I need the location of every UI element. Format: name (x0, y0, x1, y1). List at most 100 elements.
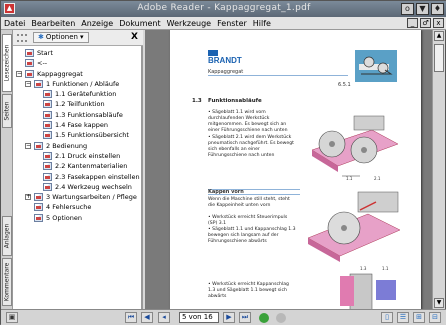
continuous-facing-icon[interactable]: ⊟ (429, 312, 441, 323)
menu-dokument[interactable]: Dokument (119, 19, 160, 28)
tab-anlagen[interactable]: Anlagen (2, 216, 12, 256)
fig1-label-2-1: 2.1 (374, 176, 381, 181)
scroll-down-button[interactable]: ▼ (434, 298, 444, 308)
go-back-icon[interactable] (259, 313, 269, 323)
bookmark-icon (43, 121, 52, 130)
bookmark-label: <-- (37, 59, 48, 68)
scroll-up-button[interactable]: ▲ (434, 31, 444, 41)
paragraph-6: • Werkstück erreicht Kappanschlag 1.3 un… (208, 282, 289, 299)
tab-seiten[interactable]: Seiten (2, 94, 12, 128)
tab-lesezeichen[interactable]: Lesezeichen (2, 34, 12, 92)
collapse-icon[interactable]: − (25, 142, 31, 149)
options-label: Optionen (45, 33, 78, 41)
bookmark-item[interactable]: Start (13, 48, 141, 58)
bookmark-icon (34, 79, 43, 88)
bookmark-item[interactable]: 5 Optionen (13, 213, 141, 223)
paragraph-3: Wenn die Maschine still steht, steht die… (208, 197, 290, 208)
bookmark-item[interactable]: +3 Wartungsarbeiten / Pflege (13, 192, 141, 202)
close-panel-button[interactable]: X (131, 32, 138, 42)
bookmark-label: 3 Wartungsarbeiten / Pflege (46, 193, 137, 202)
tab-anlagen-label: Anlagen (3, 223, 11, 249)
collapse-icon[interactable]: − (25, 80, 31, 87)
menu-datei[interactable]: Datei (4, 19, 25, 28)
section-number: 1.3 (192, 98, 202, 104)
tab-kommentare[interactable]: Kommentare (2, 258, 12, 306)
fig2-label-1-3: 1.3 (360, 266, 367, 271)
menu-fenster[interactable]: Fenster (217, 19, 247, 28)
facing-pages-icon[interactable]: ⊞ (413, 312, 425, 323)
figure-saw-bottom (340, 273, 396, 309)
bookmark-item[interactable]: − 2 Bedienung (13, 141, 141, 151)
menu-bearbeiten[interactable]: Bearbeiten (31, 19, 75, 28)
fig1-label-1-1: 1.1 (346, 176, 353, 181)
scroll-thumb[interactable] (434, 44, 444, 72)
bookmark-item[interactable]: − 1 Funktionen / Abläufe (13, 79, 141, 89)
expand-icon[interactable]: + (25, 194, 31, 201)
bookmark-item[interactable]: <-- (13, 58, 141, 68)
bookmark-label: 2.2 Kantenmaterialien (55, 162, 128, 171)
bookmark-item[interactable]: 1.3 Funktionsabläufe (13, 110, 141, 120)
menu-hilfe[interactable]: Hilfe (253, 19, 271, 28)
bookmark-item[interactable]: 1.1 Gerätefunktion (13, 89, 141, 99)
window-menu-button[interactable]: ♦ (431, 3, 444, 15)
doc-close-button[interactable]: x (433, 18, 444, 28)
single-page-icon[interactable]: ▯ (381, 312, 393, 323)
fig2-label-1-1: 1.1 (382, 266, 389, 271)
page-up-icon[interactable]: ◂ (158, 312, 170, 323)
subsection-bar: Kappen vorn (208, 189, 300, 195)
chevron-down-icon: ▾ (79, 33, 84, 41)
minimize-button[interactable]: o (401, 3, 414, 15)
bookmark-tree: Start <-- − Kappaggregat −1 Funktionen / Abl… (13, 48, 141, 223)
options-icon: ✱ (38, 33, 44, 41)
doc-minimize-button[interactable]: _ (407, 18, 418, 28)
options-button[interactable]: ✱ Optionen ▾ (33, 32, 89, 43)
bookmark-icon (43, 100, 52, 109)
vertical-scrollbar[interactable]: ▲ ▼ (432, 30, 445, 309)
bookmark-label: 4 Fehlersuche (46, 203, 92, 212)
bookmark-item[interactable]: 2.3 Fasekappen einstellen (13, 172, 141, 182)
title-bar: ▲ Adobe Reader - Kappaggregat_1.pdf o ▼ … (1, 1, 446, 17)
continuous-page-icon[interactable]: ☰ (397, 312, 409, 323)
go-forward-icon[interactable] (276, 313, 286, 323)
roll-up-button[interactable]: ▼ (416, 3, 429, 15)
bookmark-item[interactable]: 1.5 Funktionsübersicht (13, 130, 141, 140)
bookmark-label: 2.1 Druck einstellen (55, 151, 121, 160)
bookmark-item[interactable]: 1.4 Fase kappen (13, 120, 141, 130)
bookmark-label: 1.2 Teilfunktion (55, 100, 105, 109)
page-thumbnail-icon[interactable]: ▣ (6, 312, 18, 323)
bookmark-icon (34, 203, 43, 212)
bookmark-item[interactable]: 2.1 Druck einstellen (13, 151, 141, 161)
collapse-icon[interactable]: − (16, 70, 22, 77)
figure-saw-top: 1.1 2.1 (311, 115, 399, 181)
next-page-button[interactable]: ▶ (223, 312, 235, 323)
paragraph-4: • Werkstück erreicht Steuerimpuls (SP) 3… (208, 215, 288, 226)
document-view[interactable]: BRANDT Kappaggregat 6.5.1 1.3 Funktionsa… (145, 30, 434, 309)
previous-page-button[interactable]: ◀ (141, 312, 153, 323)
drag-grip-icon[interactable] (17, 34, 27, 42)
window-title: Adobe Reader - Kappaggregat_1.pdf (137, 3, 311, 13)
bookmark-label: 2 Bedienung (46, 141, 88, 150)
bookmark-item[interactable]: − Kappaggregat (13, 69, 141, 79)
paragraph-2: • Sägeblatt 2.1 wird dem Werkstück pneum… (208, 135, 294, 158)
bookmark-icon (43, 182, 52, 191)
page-number-field[interactable]: 5 von 16 (179, 312, 219, 323)
bookmark-icon (34, 213, 43, 222)
bookmark-icon (43, 162, 52, 171)
bookmark-item[interactable]: 2.4 Werkzeug wechseln (13, 182, 141, 192)
bookmark-label: Kappaggregat (37, 69, 83, 78)
menu-werkzeuge[interactable]: Werkzeuge (167, 19, 211, 28)
first-page-button[interactable]: ⏮ (125, 312, 137, 323)
bookmark-icon (43, 90, 52, 99)
bookmark-item[interactable]: 1.2 Teilfunktion (13, 99, 141, 109)
navigation-bar: ▣ ⏮ ◀ ◂ 5 von 16 ▶ ⏭ ▯ ☰ ⊞ ⊟ (1, 309, 446, 325)
bookmark-icon (25, 59, 34, 68)
header-rule (208, 75, 348, 76)
last-page-button[interactable]: ⏭ (239, 312, 251, 323)
figure-saw-middle: 1.3 1.1 (307, 191, 401, 271)
app-window: ▲ Adobe Reader - Kappaggregat_1.pdf o ▼ … (0, 0, 446, 325)
bookmark-item[interactable]: 2.2 Kantenmaterialien (13, 161, 141, 171)
doc-restore-button[interactable]: ♂ (420, 18, 431, 28)
page-number-label: 6.5.1 (338, 82, 351, 88)
bookmark-item[interactable]: 4 Fehlersuche (13, 202, 141, 212)
menu-anzeige[interactable]: Anzeige (81, 19, 113, 28)
